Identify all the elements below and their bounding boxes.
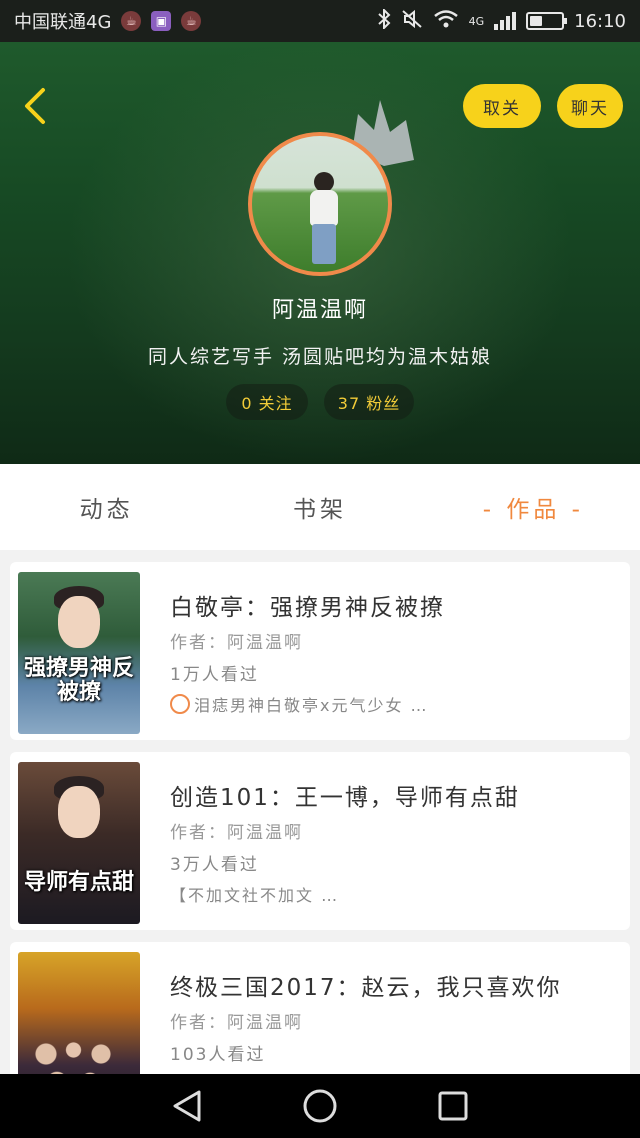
profile-tabs: 动态 书架 - 作品 - — [0, 464, 640, 550]
work-card[interactable]: 强撩男神反被撩 白敬亭：强撩男神反被撩 作者：阿温温啊 1万人看过 泪痣男神白敬… — [10, 562, 630, 740]
status-right: 4G 16:10 — [377, 7, 626, 34]
tab-bookshelf[interactable]: 书架 — [213, 490, 426, 524]
carrier-label: 中国联通4G — [14, 12, 112, 33]
work-title[interactable]: 白敬亭：强撩男神反被撩 — [170, 588, 445, 622]
work-cover[interactable]: 导师有点甜 — [18, 762, 140, 924]
system-nav-bar — [0, 1074, 640, 1138]
work-title[interactable]: 创造101：王一博，导师有点甜 — [170, 778, 520, 812]
work-views: 103人看过 — [170, 1045, 266, 1065]
profile-header: 取关 聊天 阿温温啊 同人综艺写手 汤圆贴吧均为温木姑娘 0 关注 37 粉丝 — [0, 42, 640, 464]
fans-count[interactable]: 37 粉丝 — [324, 384, 414, 420]
work-card[interactable]: 终极三国2017：赵云，我只喜欢你 作者：阿温温啊 103人看过 — [10, 942, 630, 1074]
back-button[interactable] — [14, 84, 54, 128]
status-left: 中国联通4G ☕ ▣ ☕ — [14, 8, 202, 34]
circle-icon — [170, 694, 190, 714]
work-tags-text: 【不加文社不加文 … — [170, 886, 340, 905]
nav-recents-button[interactable] — [433, 1086, 473, 1126]
work-tags: 【不加文社不加文 … — [170, 882, 339, 906]
avatar-figure-head — [314, 172, 334, 192]
work-cover[interactable]: 强撩男神反被撩 — [18, 572, 140, 734]
work-tags-text: 泪痣男神白敬亭x元气少女 … — [194, 696, 429, 715]
work-card[interactable]: 导师有点甜 创造101：王一博，导师有点甜 作者：阿温温啊 3万人看过 【不加文… — [10, 752, 630, 930]
cover-title-art: 强撩男神反被撩 — [24, 655, 135, 705]
avatar-wrap[interactable] — [248, 132, 392, 276]
network-label: 4G — [468, 14, 485, 28]
unfollow-button[interactable]: 取关 — [463, 84, 541, 128]
signal-icon — [494, 12, 517, 30]
back-triangle-icon — [173, 1090, 201, 1122]
recents-square-icon — [438, 1091, 468, 1121]
status-bar: 中国联通4G ☕ ▣ ☕ 4G 16:10 — [0, 0, 640, 42]
work-views: 1万人看过 — [170, 665, 259, 685]
cover-face — [58, 786, 100, 838]
clock: 16:10 — [574, 10, 626, 32]
bluetooth-icon — [377, 7, 391, 34]
tea-cup-icon-2: ☕ — [181, 11, 202, 31]
avatar-figure-legs — [312, 224, 336, 264]
wifi-icon — [433, 9, 459, 34]
chat-button[interactable]: 聊天 — [557, 84, 623, 128]
tea-cup-icon: ☕ — [121, 11, 142, 31]
mute-icon — [401, 9, 423, 34]
cover-face — [58, 596, 100, 648]
bio: 同人综艺写手 汤圆贴吧均为温木姑娘 — [147, 346, 493, 368]
work-author: 作者：阿温温啊 — [170, 823, 303, 843]
cover-title-art: 导师有点甜 — [24, 869, 135, 895]
battery-icon — [526, 12, 568, 30]
username: 阿温温啊 — [271, 298, 368, 323]
following-count[interactable]: 0 关注 — [226, 384, 308, 420]
gallery-icon: ▣ — [151, 11, 172, 31]
tab-activity[interactable]: 动态 — [0, 490, 213, 524]
work-author: 作者：阿温温啊 — [170, 1013, 303, 1033]
works-list: 强撩男神反被撩 白敬亭：强撩男神反被撩 作者：阿温温啊 1万人看过 泪痣男神白敬… — [0, 550, 640, 1074]
home-circle-icon — [303, 1089, 337, 1123]
avatar[interactable] — [248, 132, 392, 276]
nav-back-button[interactable] — [167, 1086, 207, 1126]
work-tags: 泪痣男神白敬亭x元气少女 … — [170, 692, 429, 716]
work-title[interactable]: 终极三国2017：赵云，我只喜欢你 — [170, 968, 562, 1002]
cover-group-art — [24, 1022, 134, 1074]
tab-works[interactable]: - 作品 - — [427, 490, 640, 524]
work-views: 3万人看过 — [170, 855, 259, 875]
chevron-left-icon — [25, 88, 45, 124]
nav-home-button[interactable] — [300, 1086, 340, 1126]
avatar-figure-body — [310, 190, 338, 226]
work-author: 作者：阿温温啊 — [170, 633, 303, 653]
work-cover[interactable] — [18, 952, 140, 1074]
